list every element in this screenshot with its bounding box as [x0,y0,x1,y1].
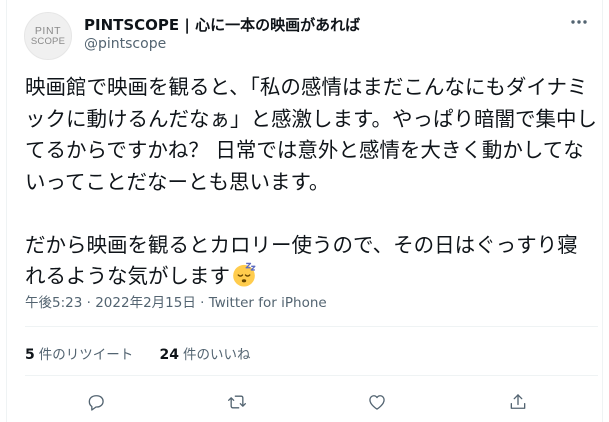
retweet-icon [228,395,246,409]
like-icon [369,395,385,410]
display-name[interactable]: PINTSCOPE | 心に一本の映画があれば [84,14,360,35]
meta-separator: · [86,295,91,311]
tweet-text: 映画館で映画を観ると、「私の感情はまだこんなにもダイナミックに動けるんだなぁ」と… [25,72,597,293]
tweet-meta: 午後5:23 · 2022年2月15日 · Twitter for iPhone [25,291,327,311]
reply-button[interactable] [82,388,110,416]
likes-count: 24 [159,347,180,363]
like-button[interactable] [363,388,391,416]
avatar-logo-line2: SCOPE [30,36,66,47]
avatar[interactable]: PINT SCOPE [24,12,72,60]
user-handle[interactable]: @pintscope [84,36,166,52]
likes-stat[interactable]: 24 件のいいね [160,343,251,363]
retweet-button[interactable] [223,388,251,416]
retweets-label: 件のリツイート [38,347,134,363]
more-options-button[interactable] [566,12,592,32]
reply-icon [88,395,104,411]
avatar-logo-line1: PINT [34,24,62,37]
more-icon [571,20,587,24]
tweet-date[interactable]: 2022年2月15日 [95,295,196,311]
tweet-time[interactable]: 午後5:23 [25,295,82,311]
likes-label: 件のいいね [183,347,251,363]
divider [25,375,598,376]
share-icon [510,394,526,409]
tweet-card: PINT SCOPE PINTSCOPE | 心に一本の映画があれば @pint… [6,0,603,422]
meta-separator: · [200,295,205,311]
divider [25,326,598,327]
share-button[interactable] [504,388,532,416]
retweets-count: 5 [25,347,35,363]
sleeping-face-emoji-icon [233,262,256,287]
tweet-source[interactable]: Twitter for iPhone [209,295,327,311]
tweet-stats: 5 件のリツイート 24 件のいいね [25,343,273,363]
action-bar [7,388,604,416]
tweet-text-content: 映画館で映画を観ると、「私の感情はまだこんなにもダイナミックに動けるんだなぁ」と… [25,75,597,288]
retweets-stat[interactable]: 5 件のリツイート [25,343,133,363]
